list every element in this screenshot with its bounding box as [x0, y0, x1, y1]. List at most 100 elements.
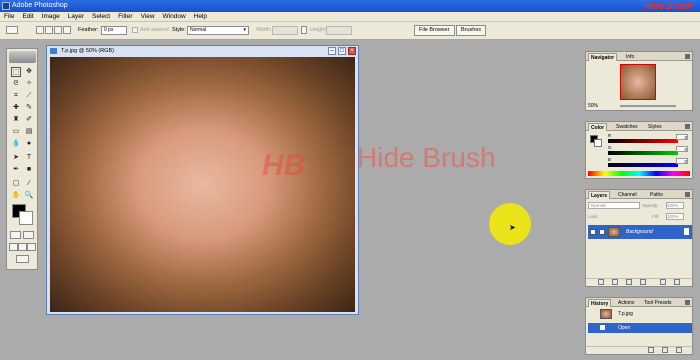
brush-link-icon[interactable]: [599, 229, 605, 235]
color-ramp[interactable]: [588, 171, 690, 176]
channel-b-value[interactable]: 0: [676, 158, 688, 164]
type-tool-icon[interactable]: T: [24, 153, 34, 163]
palette-menu-icon[interactable]: [685, 192, 690, 197]
menu-edit[interactable]: Edit: [18, 12, 37, 22]
width-input[interactable]: [272, 26, 298, 35]
trash-icon[interactable]: [676, 347, 682, 353]
layer-mask-icon[interactable]: [612, 279, 618, 285]
close-button[interactable]: ×: [348, 47, 356, 55]
style-select[interactable]: Normal ▾: [187, 26, 249, 35]
new-selection-icon[interactable]: [36, 26, 44, 34]
antialiased-checkbox[interactable]: [132, 27, 138, 33]
document-icon: [50, 48, 57, 54]
menu-help[interactable]: Help: [190, 12, 211, 22]
history-snapshot-row[interactable]: T.p.jpg: [588, 308, 692, 321]
palette-menu-icon[interactable]: [685, 54, 690, 59]
minimize-button[interactable]: –: [328, 47, 336, 55]
eye-icon[interactable]: [590, 229, 596, 235]
blend-mode-select[interactable]: Normal: [588, 202, 640, 209]
tab-history[interactable]: History: [588, 299, 612, 307]
menu-image[interactable]: Image: [38, 12, 64, 22]
swap-dimensions-icon[interactable]: [301, 26, 307, 34]
gradient-tool-icon[interactable]: ▤: [24, 127, 34, 137]
channel-b-slider[interactable]: [608, 163, 678, 167]
healing-brush-tool-icon[interactable]: ✚: [11, 103, 21, 113]
tab-channels[interactable]: Channel: [616, 191, 639, 199]
menu-view[interactable]: View: [137, 12, 159, 22]
menu-window[interactable]: Window: [159, 12, 190, 22]
jump-to-imageready-icon[interactable]: [16, 255, 29, 263]
pen-tool-icon[interactable]: ✒: [11, 165, 21, 175]
intersect-selection-icon[interactable]: [63, 26, 71, 34]
navigator-zoom-value[interactable]: 50%: [588, 103, 598, 109]
screen-mode-full-menu-icon[interactable]: [18, 243, 27, 251]
channel-r-label: R: [608, 133, 612, 138]
tab-styles[interactable]: Styles: [646, 123, 664, 131]
history-state-row[interactable]: Open: [588, 323, 692, 333]
new-document-icon[interactable]: [648, 347, 654, 353]
fill-input[interactable]: 100%: [666, 213, 684, 220]
channel-g-slider[interactable]: [608, 151, 678, 155]
palette-menu-icon[interactable]: [685, 124, 690, 129]
menu-filter[interactable]: Filter: [114, 12, 136, 22]
move-tool-icon[interactable]: ✥: [24, 67, 34, 77]
tab-tool-presets[interactable]: Tool Presets: [642, 299, 674, 307]
navigator-zoom-slider[interactable]: [620, 105, 676, 107]
path-selection-tool-icon[interactable]: ➤: [11, 153, 21, 163]
magic-wand-tool-icon[interactable]: ✧: [24, 79, 34, 89]
notes-tool-icon[interactable]: ▢: [11, 179, 21, 189]
feather-input[interactable]: 0 px: [101, 26, 127, 35]
channel-r-value[interactable]: 0: [676, 134, 688, 140]
color-bg-swatch[interactable]: [594, 139, 602, 147]
tab-navigator[interactable]: Navigator: [588, 53, 618, 61]
opacity-input[interactable]: 100%: [666, 202, 684, 209]
document-canvas-photo[interactable]: HB: [50, 57, 355, 312]
screen-mode-full-icon[interactable]: [27, 243, 36, 251]
tool-preset-picker[interactable]: [6, 26, 18, 34]
blur-tool-icon[interactable]: 💧: [11, 139, 21, 149]
height-input[interactable]: [326, 26, 352, 35]
lasso-tool-icon[interactable]: ᘓ: [11, 79, 21, 89]
subtract-selection-icon[interactable]: [54, 26, 62, 34]
maximize-button[interactable]: □: [338, 47, 346, 55]
dodge-tool-icon[interactable]: ●: [24, 139, 34, 149]
menu-select[interactable]: Select: [88, 12, 114, 22]
add-selection-icon[interactable]: [45, 26, 53, 34]
palette-menu-icon[interactable]: [685, 300, 690, 305]
tab-color[interactable]: Color: [588, 123, 608, 131]
channel-g-value[interactable]: 0: [676, 146, 688, 152]
crop-tool-icon[interactable]: ⌗: [11, 91, 21, 101]
layer-style-icon[interactable]: [598, 279, 604, 285]
screen-mode-standard-icon[interactable]: [9, 243, 18, 251]
eraser-tool-icon[interactable]: ▭: [11, 127, 21, 137]
trash-icon[interactable]: [674, 279, 680, 285]
tab-swatches[interactable]: Swatches: [614, 123, 640, 131]
marquee-tool-icon[interactable]: ⬚: [11, 67, 21, 77]
shape-tool-icon[interactable]: ■: [24, 165, 34, 175]
slice-tool-icon[interactable]: ⟋: [24, 91, 34, 101]
tab-info[interactable]: Info: [624, 53, 636, 61]
history-brush-tool-icon[interactable]: ✐: [24, 115, 34, 125]
layer-set-icon[interactable]: [626, 279, 632, 285]
adjustment-layer-icon[interactable]: [640, 279, 646, 285]
tab-file-browser[interactable]: File Browser: [414, 25, 455, 36]
new-layer-icon[interactable]: [660, 279, 666, 285]
brush-tool-icon[interactable]: ✎: [24, 103, 34, 113]
tab-actions[interactable]: Actions: [616, 299, 636, 307]
quick-mask-mode-icon[interactable]: [23, 231, 34, 239]
clone-stamp-tool-icon[interactable]: ♜: [11, 115, 21, 125]
tab-brushes[interactable]: Brushes: [456, 25, 487, 36]
menu-layer[interactable]: Layer: [64, 12, 88, 22]
camera-icon[interactable]: [662, 347, 668, 353]
layer-row-background[interactable]: Background: [588, 225, 692, 239]
tab-paths[interactable]: Paths: [648, 191, 665, 199]
menu-file[interactable]: File: [0, 12, 18, 22]
tab-layers[interactable]: Layers: [588, 191, 611, 199]
navigator-thumbnail[interactable]: [620, 64, 656, 100]
eyedropper-tool-icon[interactable]: ⁄: [24, 179, 34, 189]
standard-mode-icon[interactable]: [10, 231, 21, 239]
background-color-swatch[interactable]: [19, 211, 33, 225]
channel-r-slider[interactable]: [608, 139, 678, 143]
zoom-tool-icon[interactable]: 🔍: [24, 191, 34, 201]
hand-tool-icon[interactable]: ✋: [11, 191, 21, 201]
